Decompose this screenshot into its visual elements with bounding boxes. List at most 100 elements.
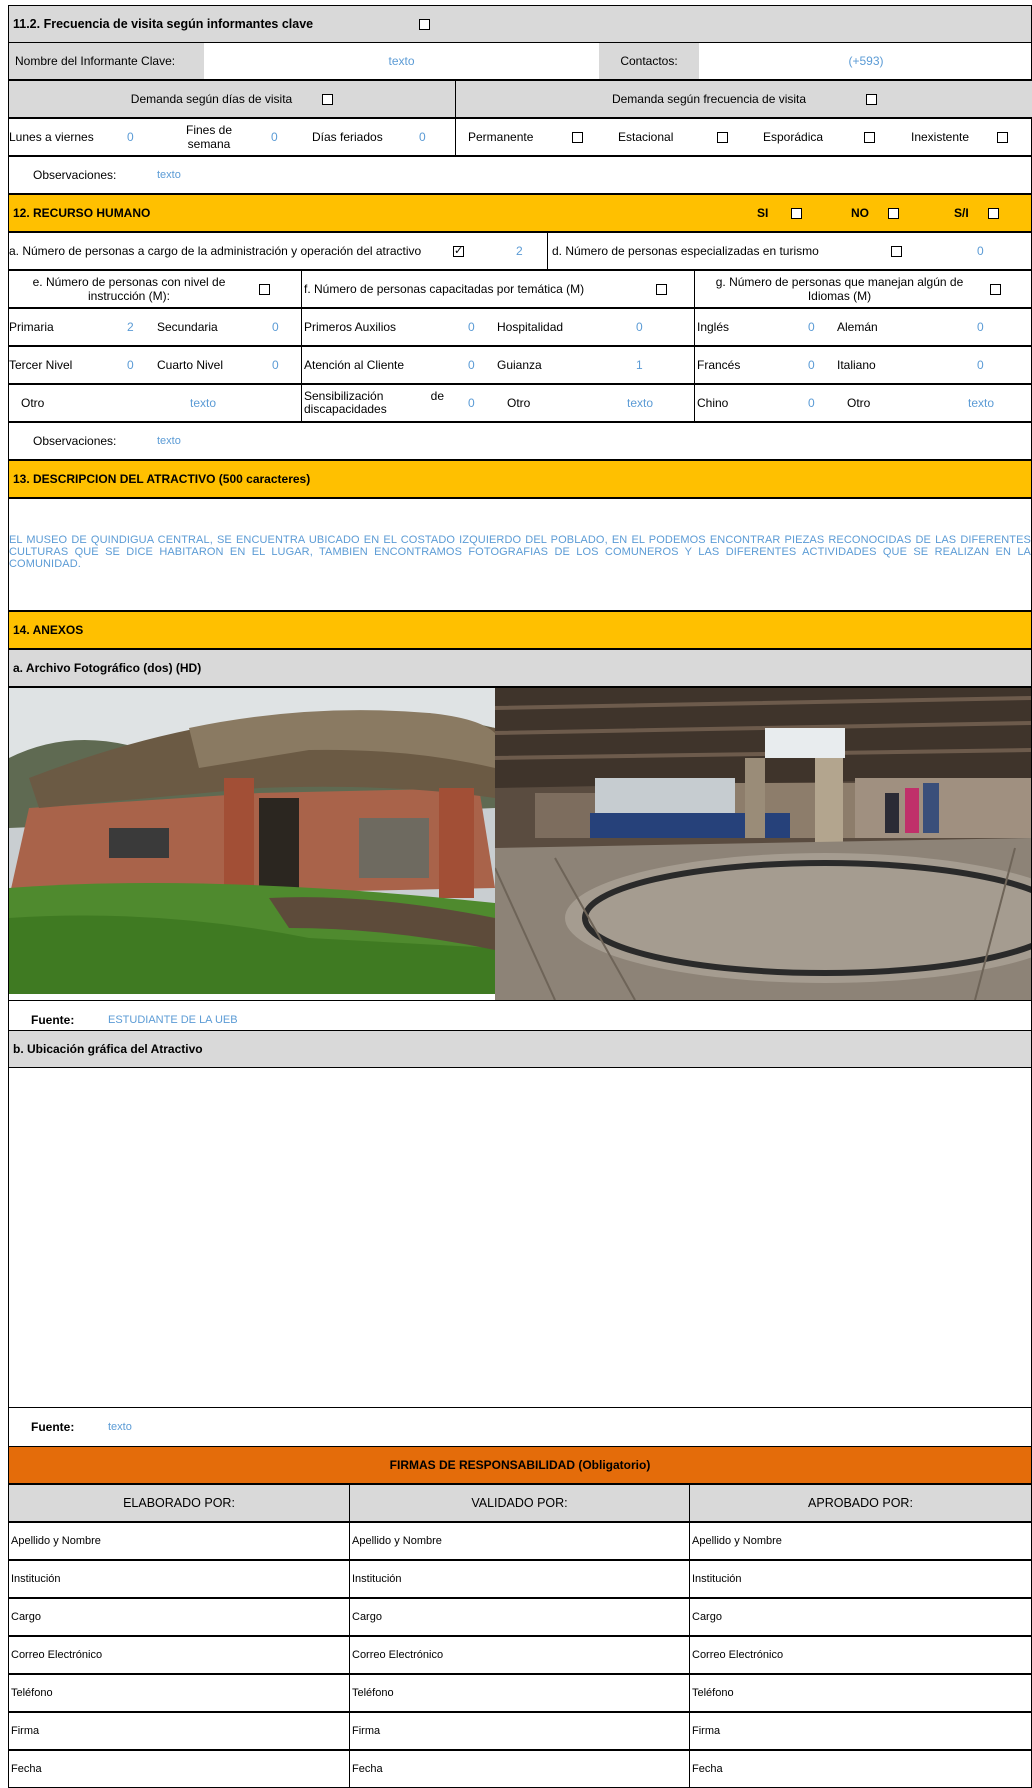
days-demand-label: Demanda según días de visita xyxy=(130,92,293,106)
approved-field[interactable]: Fecha xyxy=(689,1751,1031,1787)
weekdays-value[interactable]: 0 xyxy=(127,119,147,155)
elaborated-field[interactable]: Correo Electrónico xyxy=(9,1637,349,1673)
otro-language-value[interactable]: texto xyxy=(968,385,1008,421)
staff-admin-checkbox[interactable] xyxy=(453,244,464,258)
auxilios-value[interactable]: 0 xyxy=(468,309,488,345)
sn-label: S/I xyxy=(954,206,969,220)
hospitalidad-value[interactable]: 0 xyxy=(636,309,656,345)
description-text[interactable]: EL MUSEO DE QUINDIGUA CENTRAL, SE ENCUEN… xyxy=(9,534,1031,570)
freq-options: Permanente Estacional Esporádica Inexist… xyxy=(455,119,1032,155)
education-level-checkbox[interactable] xyxy=(259,283,270,295)
training-label: f. Número de personas capacitadas por te… xyxy=(301,271,621,307)
location-source-value[interactable]: texto xyxy=(108,1408,168,1446)
staff-tourism-value[interactable]: 0 xyxy=(977,233,997,269)
cuarto-nivel-label: Cuarto Nivel xyxy=(157,358,224,372)
section-11-header: 11.2. Frecuencia de visita según informa… xyxy=(8,5,1032,43)
approved-field[interactable]: Firma xyxy=(689,1713,1031,1749)
guianza-label: Guianza xyxy=(497,358,542,372)
informant-row: Nombre del Informante Clave: texto Conta… xyxy=(8,42,1032,80)
signatures-columns-row: ELABORADO POR: VALIDADO POR: APROBADO PO… xyxy=(8,1484,1032,1522)
no-checkbox[interactable] xyxy=(888,207,899,219)
validated-field[interactable]: Teléfono xyxy=(349,1675,689,1711)
chino-value[interactable]: 0 xyxy=(808,385,828,421)
elaborated-by-header: ELABORADO POR: xyxy=(123,1496,235,1510)
elaborated-field[interactable]: Fecha xyxy=(9,1751,349,1787)
otro-education-value[interactable]: texto xyxy=(190,385,230,421)
validated-field[interactable]: Firma xyxy=(349,1713,689,1749)
elaborated-field[interactable]: Firma xyxy=(9,1713,349,1749)
demand-values-row: Lunes a viernes 0 Fines de semana 0 Días… xyxy=(8,118,1032,156)
si-checkbox[interactable] xyxy=(791,207,802,219)
languages-checkbox[interactable] xyxy=(990,283,1001,295)
staff-tourism-checkbox[interactable] xyxy=(891,245,902,257)
seasonal-label: Estacional xyxy=(618,130,674,144)
ingles-value[interactable]: 0 xyxy=(808,309,828,345)
demand-header-row: Demanda según días de visita Demanda seg… xyxy=(8,80,1032,118)
approved-field[interactable]: Correo Electrónico xyxy=(689,1637,1031,1673)
weekends-label: Fines de semana xyxy=(185,123,233,151)
description-box: EL MUSEO DE QUINDIGUA CENTRAL, SE ENCUEN… xyxy=(8,498,1032,611)
freq-demand-label: Demanda según frecuencia de visita xyxy=(611,92,807,106)
holidays-value[interactable]: 0 xyxy=(419,119,439,155)
photo-thatched-house xyxy=(9,688,495,994)
s12-observations-value[interactable]: texto xyxy=(157,423,217,459)
section-11-checkbox[interactable] xyxy=(419,18,430,30)
days-demand-checkbox[interactable] xyxy=(322,93,334,105)
elaborated-field[interactable]: Cargo xyxy=(9,1599,349,1635)
elaborated-field[interactable]: Teléfono xyxy=(9,1675,349,1711)
section-14-title: 14. ANEXOS xyxy=(13,623,84,637)
elaborated-field[interactable]: Institución xyxy=(9,1561,349,1597)
freq-demand-checkbox[interactable] xyxy=(866,93,878,105)
validated-field[interactable]: Correo Electrónico xyxy=(349,1637,689,1673)
validated-field[interactable]: Fecha xyxy=(349,1751,689,1787)
validated-field[interactable]: Apellido y Nombre xyxy=(349,1523,689,1559)
validated-field[interactable]: Institución xyxy=(349,1561,689,1597)
guianza-value[interactable]: 1 xyxy=(636,347,656,383)
tourism-form-page: 11.2. Frecuencia de visita según informa… xyxy=(8,5,1032,1788)
contacts-label: Contactos: xyxy=(599,43,699,79)
s11-observations-row: Observaciones: texto xyxy=(8,156,1032,194)
approved-field[interactable]: Institución xyxy=(689,1561,1031,1597)
location-title: b. Ubicación gráfica del Atractivo xyxy=(13,1042,203,1056)
section-13-header: 13. DESCRIPCION DEL ATRACTIVO (500 carac… xyxy=(8,460,1032,498)
frances-value[interactable]: 0 xyxy=(808,347,828,383)
approved-field[interactable]: Teléfono xyxy=(689,1675,1031,1711)
cuarto-nivel-value[interactable]: 0 xyxy=(272,347,292,383)
atencion-value[interactable]: 0 xyxy=(468,347,488,383)
s11-observations-label: Observaciones: xyxy=(33,168,117,182)
secundaria-value[interactable]: 0 xyxy=(272,309,292,345)
tercer-nivel-value[interactable]: 0 xyxy=(127,347,147,383)
signature-row: Apellido y Nombre Apellido y Nombre Apelli… xyxy=(8,1522,1032,1560)
seasonal-checkbox[interactable] xyxy=(717,131,728,143)
weekends-value[interactable]: 0 xyxy=(271,119,291,155)
staff-admin-value[interactable]: 2 xyxy=(516,233,536,269)
approved-field[interactable]: Cargo xyxy=(689,1599,1031,1635)
contacts-value[interactable]: (+593) xyxy=(699,43,1032,79)
approved-field[interactable]: Apellido y Nombre xyxy=(689,1523,1031,1559)
signatures-header: FIRMAS DE RESPONSABILIDAD (Obligatorio) xyxy=(8,1446,1032,1484)
s11-observations-value[interactable]: texto xyxy=(157,157,217,193)
italiano-value[interactable]: 0 xyxy=(977,347,997,383)
aleman-value[interactable]: 0 xyxy=(977,309,997,345)
location-source-label: Fuente: xyxy=(31,1420,75,1434)
languages-label: g. Número de personas que manejan algún … xyxy=(694,271,984,307)
signatures-title: FIRMAS DE RESPONSABILIDAD (Obligatorio) xyxy=(389,1458,651,1472)
otro-training-label: Otro xyxy=(507,396,531,410)
permanent-label: Permanente xyxy=(468,130,534,144)
sensibilizacion-value[interactable]: 0 xyxy=(468,385,488,421)
otro-training-value[interactable]: texto xyxy=(627,385,667,421)
sn-checkbox[interactable] xyxy=(988,207,999,219)
sporadic-checkbox[interactable] xyxy=(864,131,875,143)
training-checkbox[interactable] xyxy=(656,283,667,295)
staff-detail-row-1: Primaria 2 Secundaria 0 Primeros Auxilio… xyxy=(8,308,1032,346)
signature-row: Institución Institución Institución xyxy=(8,1560,1032,1598)
sensibilizacion-cell: Sensibilización de discapacidades xyxy=(301,385,451,421)
permanent-checkbox[interactable] xyxy=(572,131,583,143)
primaria-value[interactable]: 2 xyxy=(127,309,147,345)
staff-admin-label: a. Número de personas a cargo de la admi… xyxy=(9,244,422,258)
days-demand-header: Demanda según días de visita xyxy=(9,81,455,117)
validated-field[interactable]: Cargo xyxy=(349,1599,689,1635)
nonexistent-checkbox[interactable] xyxy=(997,131,1008,143)
elaborated-field[interactable]: Apellido y Nombre xyxy=(9,1523,349,1559)
informant-value[interactable]: texto xyxy=(204,43,599,79)
